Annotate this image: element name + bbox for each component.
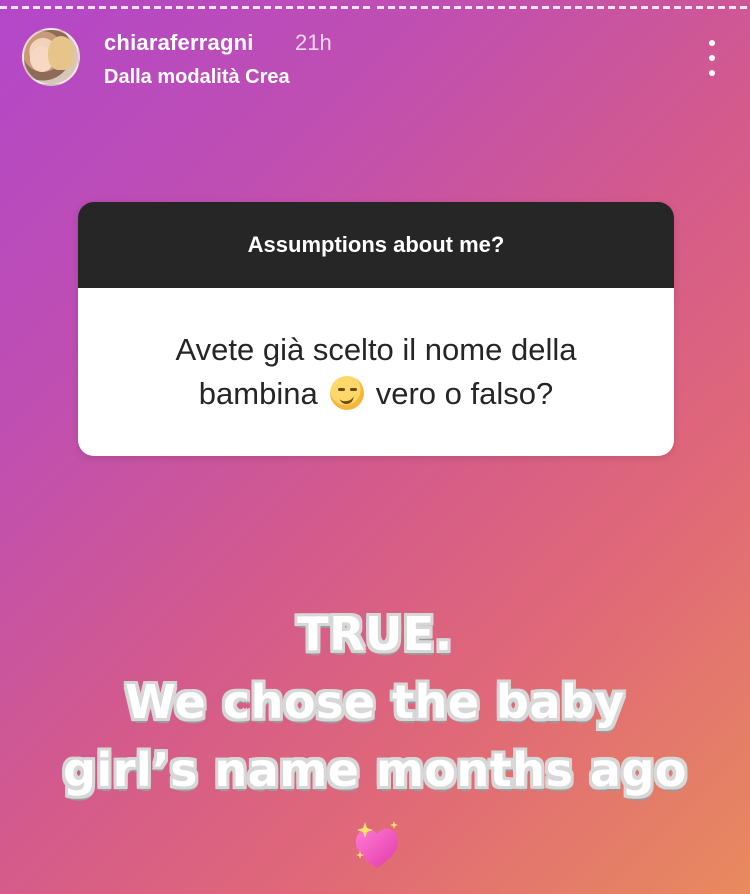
avatar-face-adult <box>48 36 74 70</box>
story-progress-bar <box>0 6 750 10</box>
username[interactable]: chiaraferragni <box>104 30 254 56</box>
answer-line-1: TRUE. <box>297 607 453 661</box>
more-dot <box>709 40 715 46</box>
question-line-2-end: vero o falso? <box>375 376 554 411</box>
story-subtitle[interactable]: Dalla modalità Crea <box>104 66 290 89</box>
progress-segment <box>0 6 374 9</box>
smirking-face-emoji-icon <box>329 376 364 410</box>
story-time: 21h <box>295 30 332 55</box>
more-dot <box>709 70 715 76</box>
progress-segment <box>376 6 750 9</box>
story-screen[interactable]: chiaraferragni 21h Dalla modalità Crea A… <box>0 0 750 894</box>
question-prompt: Assumptions about me? <box>78 202 674 288</box>
question-sticker: Assumptions about me? Avete già scelto i… <box>78 202 674 456</box>
avatar[interactable] <box>22 28 80 86</box>
question-line-1: Avete già scelto il nome della <box>175 332 577 367</box>
more-vertical-icon[interactable] <box>706 40 718 76</box>
answer-text: TRUE. We chose the baby girl’s name mont… <box>0 600 750 804</box>
question-text: Avete già scelto il nome della bambina ve… <box>78 288 674 456</box>
more-dot <box>709 55 715 61</box>
answer-line-2: We chose the baby <box>125 675 625 729</box>
sparkling-heart-icon <box>355 821 399 868</box>
question-line-2-start: bambina <box>198 376 318 411</box>
question-line-2: bambina vero o falso? <box>78 372 674 416</box>
story-header: chiaraferragni 21h Dalla modalità Crea <box>22 28 728 92</box>
answer-line-3: girl’s name months ago <box>63 743 687 797</box>
